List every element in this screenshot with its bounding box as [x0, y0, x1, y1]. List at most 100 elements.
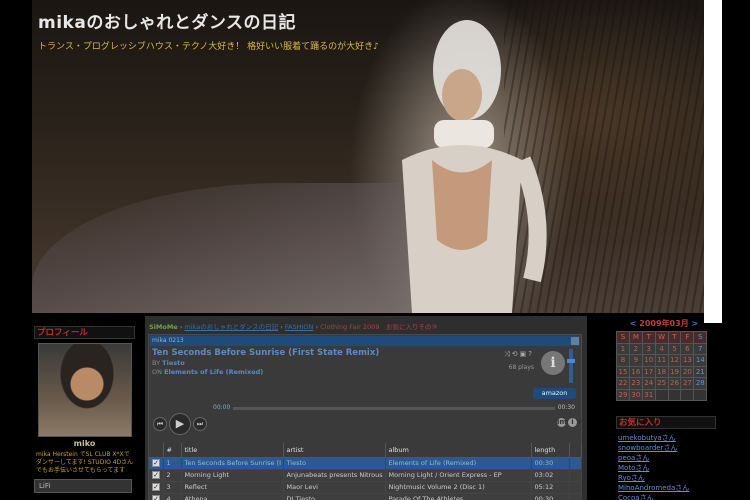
calendar-day[interactable]: 24 [641, 377, 656, 390]
help-icon[interactable]: ? [528, 350, 534, 358]
profile-panel: プロフィール miko mika Herstein でSL CLUB X*Xでダ… [34, 326, 135, 493]
now-playing-title[interactable]: Ten Seconds Before Sunrise (First State … [152, 348, 537, 358]
now-playing-artist[interactable]: Tiesto [162, 359, 185, 367]
track-title: Athena [181, 493, 284, 500]
white-strip [704, 0, 722, 323]
embed-icon[interactable]: ▣ [520, 350, 529, 358]
calendar-week: 22 23 24 25 26 27 28 [616, 377, 708, 390]
table-row[interactable]: ✓ 3 Reflect Maor Levi Nightmusic Volume 2 (D… [149, 481, 582, 494]
calendar-day[interactable]: 10 [641, 354, 656, 367]
calendar-day[interactable]: 5 [667, 342, 682, 355]
page: mikaのおしゃれとダンスの日記 トランス・プログレッシブハウス・テクノ大好き！… [0, 0, 750, 500]
by-label: BY [152, 359, 161, 367]
repeat-icon[interactable]: ⟲ [512, 350, 520, 358]
calendar-day[interactable]: 18 [654, 365, 669, 378]
progress-bar[interactable] [233, 407, 555, 410]
calendar-next-link[interactable]: > [692, 319, 699, 328]
now-playing-album[interactable]: Elements of Life (Remixed) [164, 368, 263, 376]
calendar-day[interactable]: 8 [616, 354, 630, 367]
imeem-logo[interactable]: imeemi [555, 417, 583, 427]
calendar-day[interactable]: 20 [680, 365, 695, 378]
checkbox-icon[interactable]: ✓ [152, 459, 160, 467]
previous-icon[interactable]: ⏮ [153, 417, 167, 431]
calendar-day[interactable]: 12 [667, 354, 682, 367]
calendar-day[interactable]: 14 [693, 354, 708, 367]
track-title: Morning Light [181, 469, 284, 482]
calendar-day[interactable]: 21 [693, 365, 708, 378]
calendar-day[interactable]: 29 [616, 388, 630, 401]
calendar-day[interactable]: 16 [628, 365, 643, 378]
column-length[interactable]: length [531, 443, 570, 458]
checkbox-icon[interactable]: ✓ [152, 483, 160, 491]
calendar-day[interactable]: 9 [628, 354, 643, 367]
calendar-week: 1234567 [616, 342, 708, 355]
next-icon[interactable]: ⏭ [193, 417, 207, 431]
column-number[interactable]: # [163, 443, 182, 458]
amazon-button[interactable]: amazon [533, 388, 576, 399]
lifi-widget[interactable]: LiFi [34, 479, 132, 493]
calendar-day[interactable]: 28 [693, 377, 708, 390]
calendar-day[interactable]: 3 [641, 342, 656, 355]
favorite-link[interactable]: snowboarderさん [618, 443, 716, 453]
table-row[interactable]: ✓ 2 Morning Light Anjunabeats presents Nitr… [149, 469, 582, 482]
calendar-day[interactable]: 11 [654, 354, 669, 367]
calendar-day[interactable]: 2 [628, 342, 643, 355]
column-album[interactable]: album [385, 443, 532, 458]
column-title[interactable]: title [181, 443, 284, 458]
playlist-name: mika 0213 [152, 337, 184, 344]
favorite-link[interactable]: Motoさん [618, 463, 716, 473]
track-checkbox[interactable]: ✓ [149, 493, 164, 500]
calendar-day[interactable]: 6 [680, 342, 695, 355]
shuffle-icon[interactable]: ⤨ [504, 350, 512, 358]
calendar-day[interactable]: 4 [654, 342, 669, 355]
calendar-day[interactable]: 15 [616, 365, 630, 378]
favorites-panel: お気に入り umekobutyaさん snowboarderさん peoaさん Mot… [616, 416, 716, 500]
calendar-day[interactable]: 19 [667, 365, 682, 378]
track-checkbox[interactable]: ✓ [149, 457, 164, 470]
breadcrumb-blog-link[interactable]: mikaのおしゃれとダンスの日記 [184, 323, 278, 331]
checkbox-icon[interactable]: ✓ [152, 495, 160, 500]
play-count: 68 plays [508, 364, 534, 371]
table-row[interactable]: ✓ 1 Ten Seconds Before Sunrise (I Tiesto Ele… [149, 457, 582, 470]
info-icon[interactable]: i [541, 351, 565, 375]
calendar-prev-link[interactable]: < [630, 319, 637, 328]
column-artist[interactable]: artist [283, 443, 386, 458]
favorite-link[interactable]: umekobutyaさん [618, 433, 716, 443]
play-icon[interactable]: ▶ [169, 413, 191, 435]
calendar-day[interactable]: 13 [680, 354, 695, 367]
calendar-day[interactable]: 23 [628, 377, 643, 390]
site-title[interactable]: mikaのおしゃれとダンスの日記 [38, 8, 296, 33]
volume-slider[interactable] [567, 349, 575, 383]
calendar-day[interactable]: 27 [680, 377, 695, 390]
menu-icon[interactable] [571, 337, 579, 345]
calendar-day[interactable]: 1 [616, 342, 630, 355]
breadcrumb: SiMoMe › mikaのおしゃれとダンスの日記 › FASHION › Cl… [149, 323, 438, 331]
imeem-info-icon[interactable]: i [568, 418, 577, 427]
calendar-day[interactable]: 25 [654, 377, 669, 390]
profile-name: miko [73, 439, 96, 448]
favorite-link[interactable]: MihoAndromedaさん [618, 483, 716, 493]
calendar-day[interactable]: 30 [628, 388, 643, 401]
track-checkbox[interactable]: ✓ [149, 481, 164, 494]
breadcrumb-current: Clothing Fair 2009 お気に入りその③ [320, 323, 438, 331]
track-checkbox[interactable]: ✓ [149, 469, 164, 482]
calendar-day[interactable]: 31 [641, 388, 656, 401]
calendar: < 2009年03月 > S M T W T F S 1 2 3 4 5 6 7 8 9 10 11 12 13 14 1… [616, 318, 712, 401]
table-row[interactable]: ✓ 4 Athena DJ Tiesto Parade Of The Athletes 0… [149, 493, 582, 500]
profile-avatar[interactable] [37, 343, 132, 437]
track-length: 05:12 [531, 481, 570, 494]
calendar-day[interactable]: 26 [667, 377, 682, 390]
favorite-link[interactable]: peoaさん [618, 453, 716, 463]
calendar-day[interactable]: 7 [693, 342, 708, 355]
calendar-day[interactable]: 22 [616, 377, 630, 390]
blog-service-logo[interactable]: SiMoMe [149, 323, 178, 331]
progress-row: 00:00 00:30 [213, 404, 581, 414]
calendar-weekday: T [641, 331, 656, 344]
track-artist: Maor Levi [283, 481, 386, 494]
breadcrumb-category-link[interactable]: FASHION [285, 323, 314, 331]
checkbox-icon[interactable]: ✓ [152, 471, 160, 479]
favorite-link[interactable]: Cocoaさん [618, 493, 716, 500]
track-number: 1 [163, 457, 182, 470]
calendar-day[interactable]: 17 [641, 365, 656, 378]
favorite-link[interactable]: Ryoさん [618, 473, 716, 483]
